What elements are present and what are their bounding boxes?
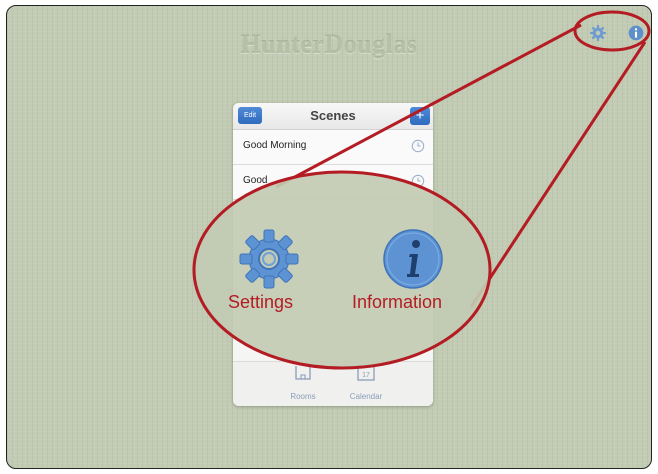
scene-row[interactable]: Good Morning bbox=[233, 130, 433, 165]
brand-logo: HunterDouglas bbox=[240, 30, 418, 59]
tab-calendar[interactable]: 17 Calendar bbox=[336, 365, 396, 405]
information-large-icon[interactable] bbox=[380, 226, 446, 292]
clock-icon[interactable] bbox=[411, 174, 425, 188]
information-icon[interactable] bbox=[625, 22, 647, 44]
settings-gear-icon[interactable] bbox=[587, 22, 609, 44]
information-label: Information bbox=[352, 292, 443, 312]
scene-name: Good bbox=[243, 175, 268, 186]
calendar-icon: 17 bbox=[357, 365, 375, 381]
calendar-day: 17 bbox=[362, 372, 370, 379]
scene-row[interactable]: Good bbox=[233, 165, 433, 200]
tab-rooms[interactable]: Rooms bbox=[273, 365, 333, 405]
rooms-icon bbox=[295, 366, 311, 380]
settings-large-gear-icon[interactable] bbox=[236, 226, 302, 292]
scenes-header: Scenes Edit + bbox=[233, 103, 433, 130]
tab-rooms-label: Rooms bbox=[290, 392, 316, 401]
scenes-title: Scenes bbox=[310, 108, 356, 123]
add-scene-button[interactable]: + bbox=[410, 107, 430, 125]
tab-calendar-label: Calendar bbox=[349, 392, 383, 401]
app-screen: HunterDouglas Scenes Edit + Good Morning… bbox=[6, 5, 652, 469]
tab-bar: Rooms 17 Calendar bbox=[233, 361, 433, 406]
edit-button[interactable]: Edit bbox=[238, 107, 262, 124]
scene-name: Good Morning bbox=[243, 140, 307, 151]
clock-icon[interactable] bbox=[411, 139, 425, 153]
settings-label: Settings bbox=[228, 292, 294, 312]
